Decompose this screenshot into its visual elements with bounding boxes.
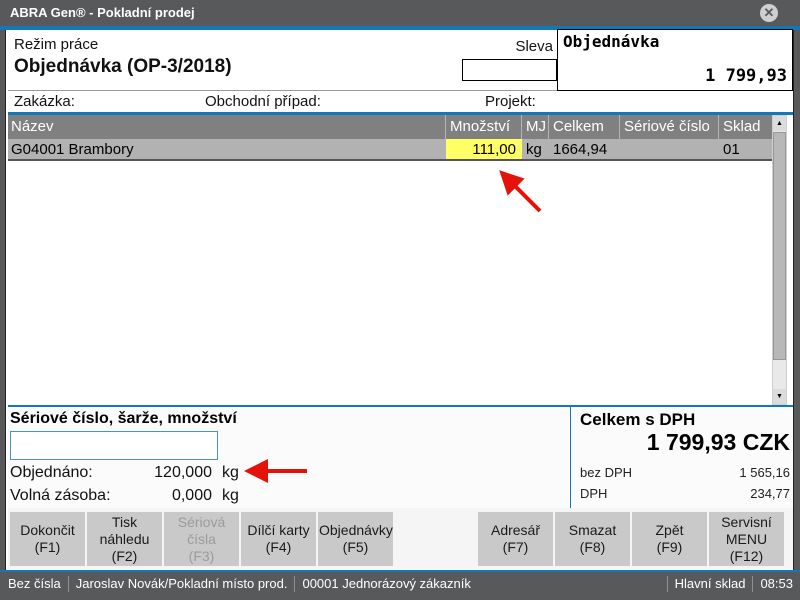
net-value: 1 565,16 <box>739 465 790 480</box>
panel-divider <box>570 407 571 508</box>
order-label: Zakázka: <box>14 93 75 110</box>
detail-panel: Sériové číslo, šarže, množství Objednáno… <box>8 405 793 508</box>
status-document-number: Bez čísla <box>0 576 69 592</box>
discount-label: Sleva <box>453 38 553 55</box>
ordered-row: Objednáno: 120,000 kg <box>10 464 240 482</box>
business-case-label: Obchodní případ: <box>205 93 321 110</box>
free-stock-row: Volná zásoba: 0,000 kg <box>10 487 240 505</box>
status-warehouse: Hlavní sklad <box>667 576 753 592</box>
orders-button[interactable]: Objednávky (F5) <box>318 512 393 566</box>
column-header-total: Celkem <box>549 115 620 139</box>
column-header-quantity: Množství <box>446 115 522 139</box>
customer-display: Objednávka 1 799,93 <box>557 29 793 91</box>
project-label: Projekt: <box>485 93 536 110</box>
customer-display-total: 1 799,93 <box>705 66 787 86</box>
cell-name: G04001 Brambory <box>8 139 446 159</box>
scroll-up-icon[interactable]: ▲ <box>773 116 786 131</box>
context-row: Zakázka: Obchodní případ: Projekt: <box>8 92 793 112</box>
table-header-row: Název Množství MJ Celkem Sériové číslo S… <box>8 115 772 139</box>
column-header-serial: Sériové číslo <box>620 115 719 139</box>
vat-row: DPH 234,77 <box>580 486 790 501</box>
delete-button[interactable]: Smazat (F8) <box>555 512 630 566</box>
net-row: bez DPH 1 565,16 <box>580 465 790 480</box>
cell-unit: kg <box>522 139 549 159</box>
finish-button[interactable]: Dokončit (F1) <box>10 512 85 566</box>
header-panel: Režim práce Objednávka (OP-3/2018) Sleva… <box>8 30 793 91</box>
button-group-right: Adresář (F7) Smazat (F8) Zpět (F9) Servi… <box>478 512 784 566</box>
vertical-scrollbar[interactable]: ▲ ▼ <box>772 115 787 405</box>
status-operator: Jaroslav Novák/Pokladní místo prod. <box>69 576 296 592</box>
service-menu-button[interactable]: Servisní MENU (F12) <box>709 512 784 566</box>
close-icon[interactable]: ✕ <box>760 4 778 22</box>
ordered-unit: kg <box>212 464 239 482</box>
column-header-name: Název <box>8 115 446 139</box>
free-stock-value: 0,000 <box>138 487 212 505</box>
title-bar: ABRA Gen® - Pokladní prodej <box>0 0 800 26</box>
print-preview-button[interactable]: Tisk náhledu (F2) <box>87 512 162 566</box>
scrollbar-thumb[interactable] <box>773 132 786 360</box>
work-mode-value: Objednávka (OP-3/2018) <box>14 56 232 78</box>
window-border-left <box>0 30 6 570</box>
serial-entry-label: Sériové číslo, šarže, množství <box>10 410 237 428</box>
total-with-vat-label: Celkem s DPH <box>580 410 695 430</box>
address-book-button[interactable]: Adresář (F7) <box>478 512 553 566</box>
window-border-bottom <box>0 596 800 600</box>
customer-display-doc-type: Objednávka <box>563 32 659 51</box>
column-header-warehouse: Sklad <box>719 115 772 139</box>
cell-quantity[interactable]: 111,00 <box>446 139 522 159</box>
cell-total: 1664,94 <box>549 139 620 159</box>
back-button[interactable]: Zpět (F9) <box>632 512 707 566</box>
vat-value: 234,77 <box>750 486 790 501</box>
net-label: bez DPH <box>580 465 632 480</box>
vat-label: DPH <box>580 486 607 501</box>
status-time: 08:53 <box>752 576 800 592</box>
free-stock-label: Volná zásoba: <box>10 487 138 505</box>
window-border-right <box>793 30 800 570</box>
window-title: ABRA Gen® - Pokladní prodej <box>10 5 195 20</box>
work-mode-label: Režim práce <box>14 36 98 53</box>
free-stock-unit: kg <box>212 487 239 505</box>
pos-window: ABRA Gen® - Pokladní prodej ✕ Režim prác… <box>0 0 800 600</box>
status-bar: Bez čísla Jaroslav Novák/Pokladní místo … <box>0 572 800 596</box>
cell-serial <box>620 139 719 159</box>
total-with-vat-value: 1 799,93 CZK <box>647 429 790 456</box>
column-header-unit: MJ <box>522 115 549 139</box>
function-button-bar: Dokončit (F1) Tisk náhledu (F2) Sériová … <box>8 508 793 570</box>
button-group-left: Dokončit (F1) Tisk náhledu (F2) Sériová … <box>10 512 393 566</box>
serial-entry-input[interactable] <box>10 431 218 460</box>
status-customer: 00001 Jednorázový zákazník <box>295 576 477 592</box>
scroll-down-icon[interactable]: ▼ <box>773 389 786 404</box>
ordered-value: 120,000 <box>138 464 212 482</box>
serial-numbers-button: Sériová čísla (F3) <box>164 512 239 566</box>
discount-input[interactable] <box>462 59 557 81</box>
ordered-label: Objednáno: <box>10 464 138 482</box>
sub-cards-button[interactable]: Dílčí karty (F4) <box>241 512 316 566</box>
table-row[interactable]: G04001 Brambory 111,00 kg 1664,94 01 <box>8 139 772 161</box>
cell-warehouse: 01 <box>719 139 772 159</box>
items-table: Název Množství MJ Celkem Sériové číslo S… <box>8 115 793 405</box>
